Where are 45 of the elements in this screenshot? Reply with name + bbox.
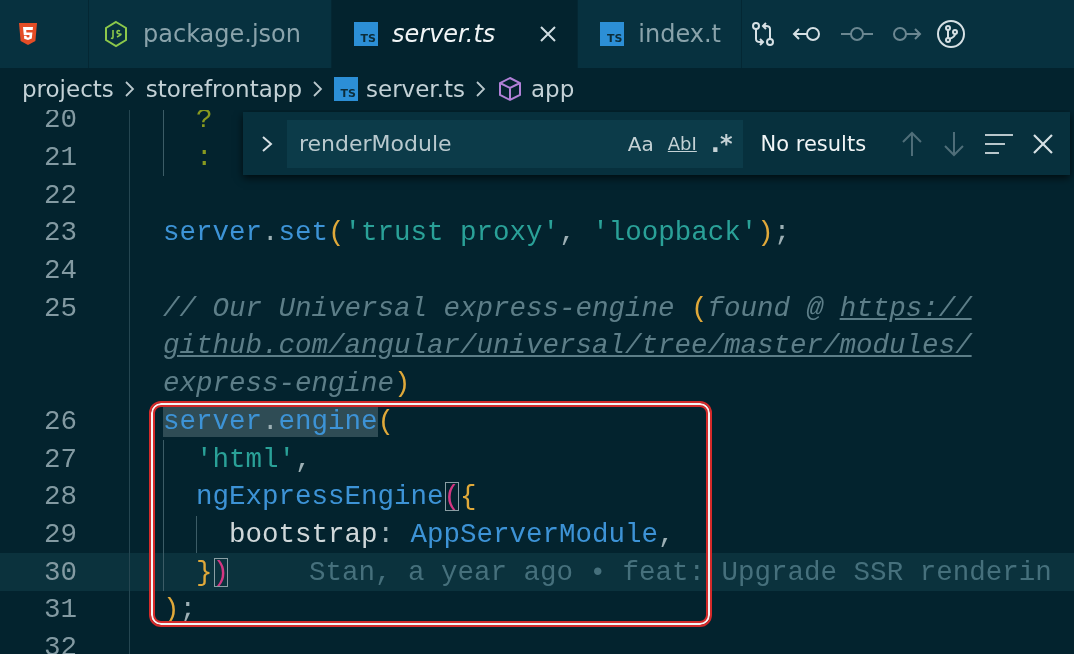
code-line: server.engine( <box>163 405 395 437</box>
typescript-icon: TS <box>354 22 378 46</box>
typescript-icon: TS <box>600 22 625 46</box>
code-line: ngExpressEngine({ <box>195 481 477 513</box>
search-option[interactable]: Aa <box>627 131 654 156</box>
chevron-right-icon <box>312 79 324 99</box>
line-number: 26 <box>44 405 77 437</box>
line-number: 28 <box>44 481 77 513</box>
cube-icon <box>497 76 523 102</box>
result-status: No results <box>760 131 867 156</box>
branch-icon[interactable] <box>936 19 967 49</box>
editor-tab[interactable]: TS server.ts <box>332 0 579 68</box>
line-number: 31 <box>44 594 77 626</box>
html5-icon <box>18 22 38 46</box>
code-line: express-engine) <box>163 368 411 400</box>
line-number: 25 <box>44 292 77 324</box>
hexagon-icon <box>103 20 129 48</box>
typescript-icon: TS <box>334 77 358 101</box>
line-number: 24 <box>44 255 77 287</box>
code-line: }) <box>195 556 230 588</box>
blame-annotation: Stan, a year ago • feat: Upgrade SSR renderin <box>308 556 1052 588</box>
line-number: 30 <box>44 556 77 588</box>
code-line: server.set('trust proxy', 'loopback'); <box>163 217 791 249</box>
breadcrumb-item[interactable]: storefrontapp <box>145 76 302 102</box>
search-option[interactable]: AbI <box>667 133 697 154</box>
breadcrumb-item[interactable]: projects <box>22 76 114 102</box>
line-number: 23 <box>44 217 77 249</box>
line-number: 29 <box>44 518 77 550</box>
line-number: 22 <box>44 179 77 211</box>
chevron-right-icon <box>123 79 136 99</box>
close-icon[interactable] <box>1032 132 1054 155</box>
lines-icon[interactable] <box>984 132 1014 155</box>
code-line: // Our Universal express-engine (found @ https:// <box>163 292 972 324</box>
find-field[interactable]: renderModule Aa AbI .* <box>287 119 743 168</box>
code-line: github.com/angular/universal/tree/master/modules/ <box>163 330 972 362</box>
search-option[interactable]: .* <box>710 129 733 158</box>
code-line: : <box>195 142 213 174</box>
code-line: 'html', <box>195 443 312 475</box>
chevron-right-icon <box>475 79 487 99</box>
close-icon[interactable] <box>539 25 558 43</box>
line-number: 21 <box>44 142 77 174</box>
breadcrumb-item[interactable]: app <box>531 76 575 102</box>
line-number: 27 <box>44 443 77 475</box>
breadcrumb-item[interactable]: server.ts <box>366 76 465 102</box>
code-line: bootstrap: AppServerModule, <box>228 518 675 550</box>
